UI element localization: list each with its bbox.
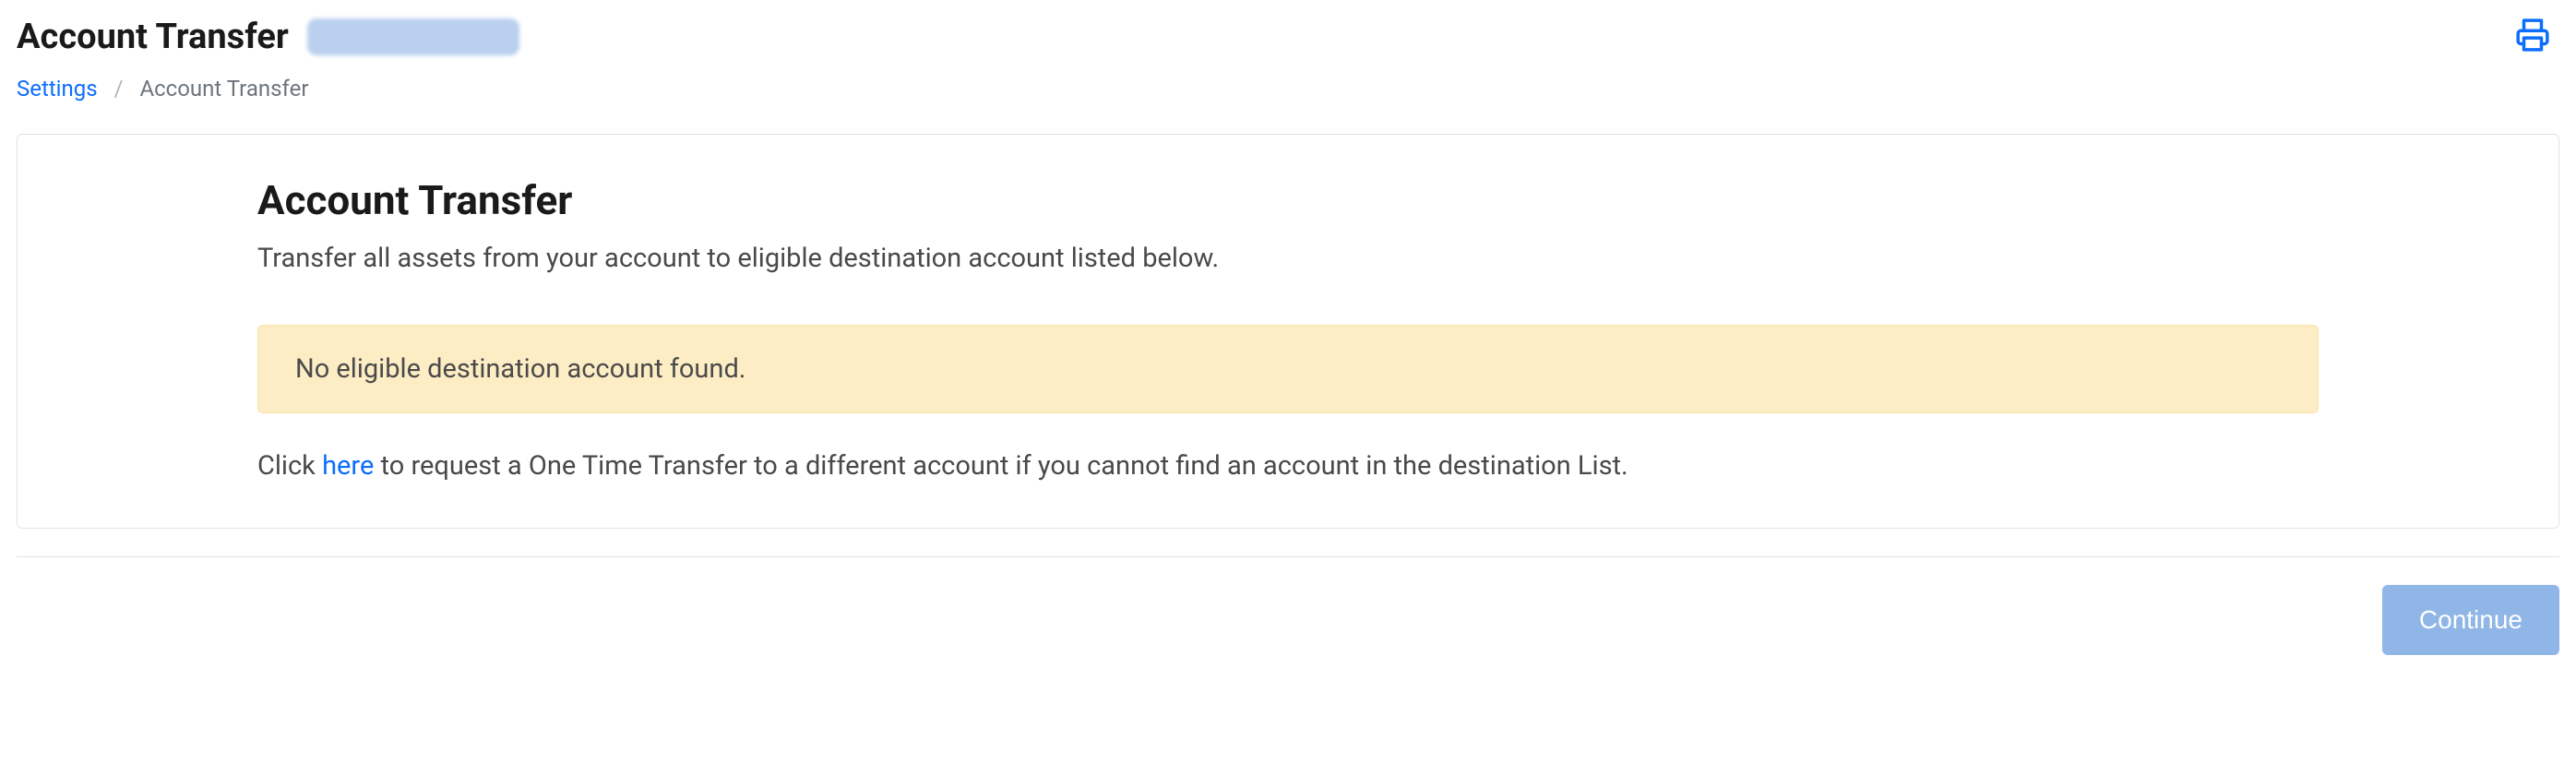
one-time-transfer-link[interactable]: here xyxy=(322,450,374,482)
header-left: Account Transfer xyxy=(17,17,519,57)
continue-button[interactable]: Continue xyxy=(2382,585,2559,655)
breadcrumb-separator: / xyxy=(114,76,124,101)
help-text: Click here to request a One Time Transfe… xyxy=(257,450,2319,482)
breadcrumb-parent-link[interactable]: Settings xyxy=(17,76,98,101)
page-header: Account Transfer xyxy=(17,17,2559,57)
footer-actions: Continue xyxy=(17,585,2559,655)
card-subtitle: Transfer all assets from your account to… xyxy=(257,243,2319,274)
help-suffix: to request a One Time Transfer to a diff… xyxy=(374,450,1628,482)
no-destination-alert: No eligible destination account found. xyxy=(257,325,2319,413)
page-title: Account Transfer xyxy=(17,17,289,57)
help-prefix: Click xyxy=(257,450,322,482)
print-icon[interactable] xyxy=(2515,18,2550,56)
alert-text: No eligible destination account found. xyxy=(295,353,745,385)
redacted-badge xyxy=(307,18,519,55)
card-title: Account Transfer xyxy=(257,176,2319,224)
divider xyxy=(17,556,2559,557)
breadcrumb-current: Account Transfer xyxy=(139,76,308,101)
account-transfer-card: Account Transfer Transfer all assets fro… xyxy=(17,134,2559,529)
breadcrumb: Settings / Account Transfer xyxy=(17,76,2559,101)
